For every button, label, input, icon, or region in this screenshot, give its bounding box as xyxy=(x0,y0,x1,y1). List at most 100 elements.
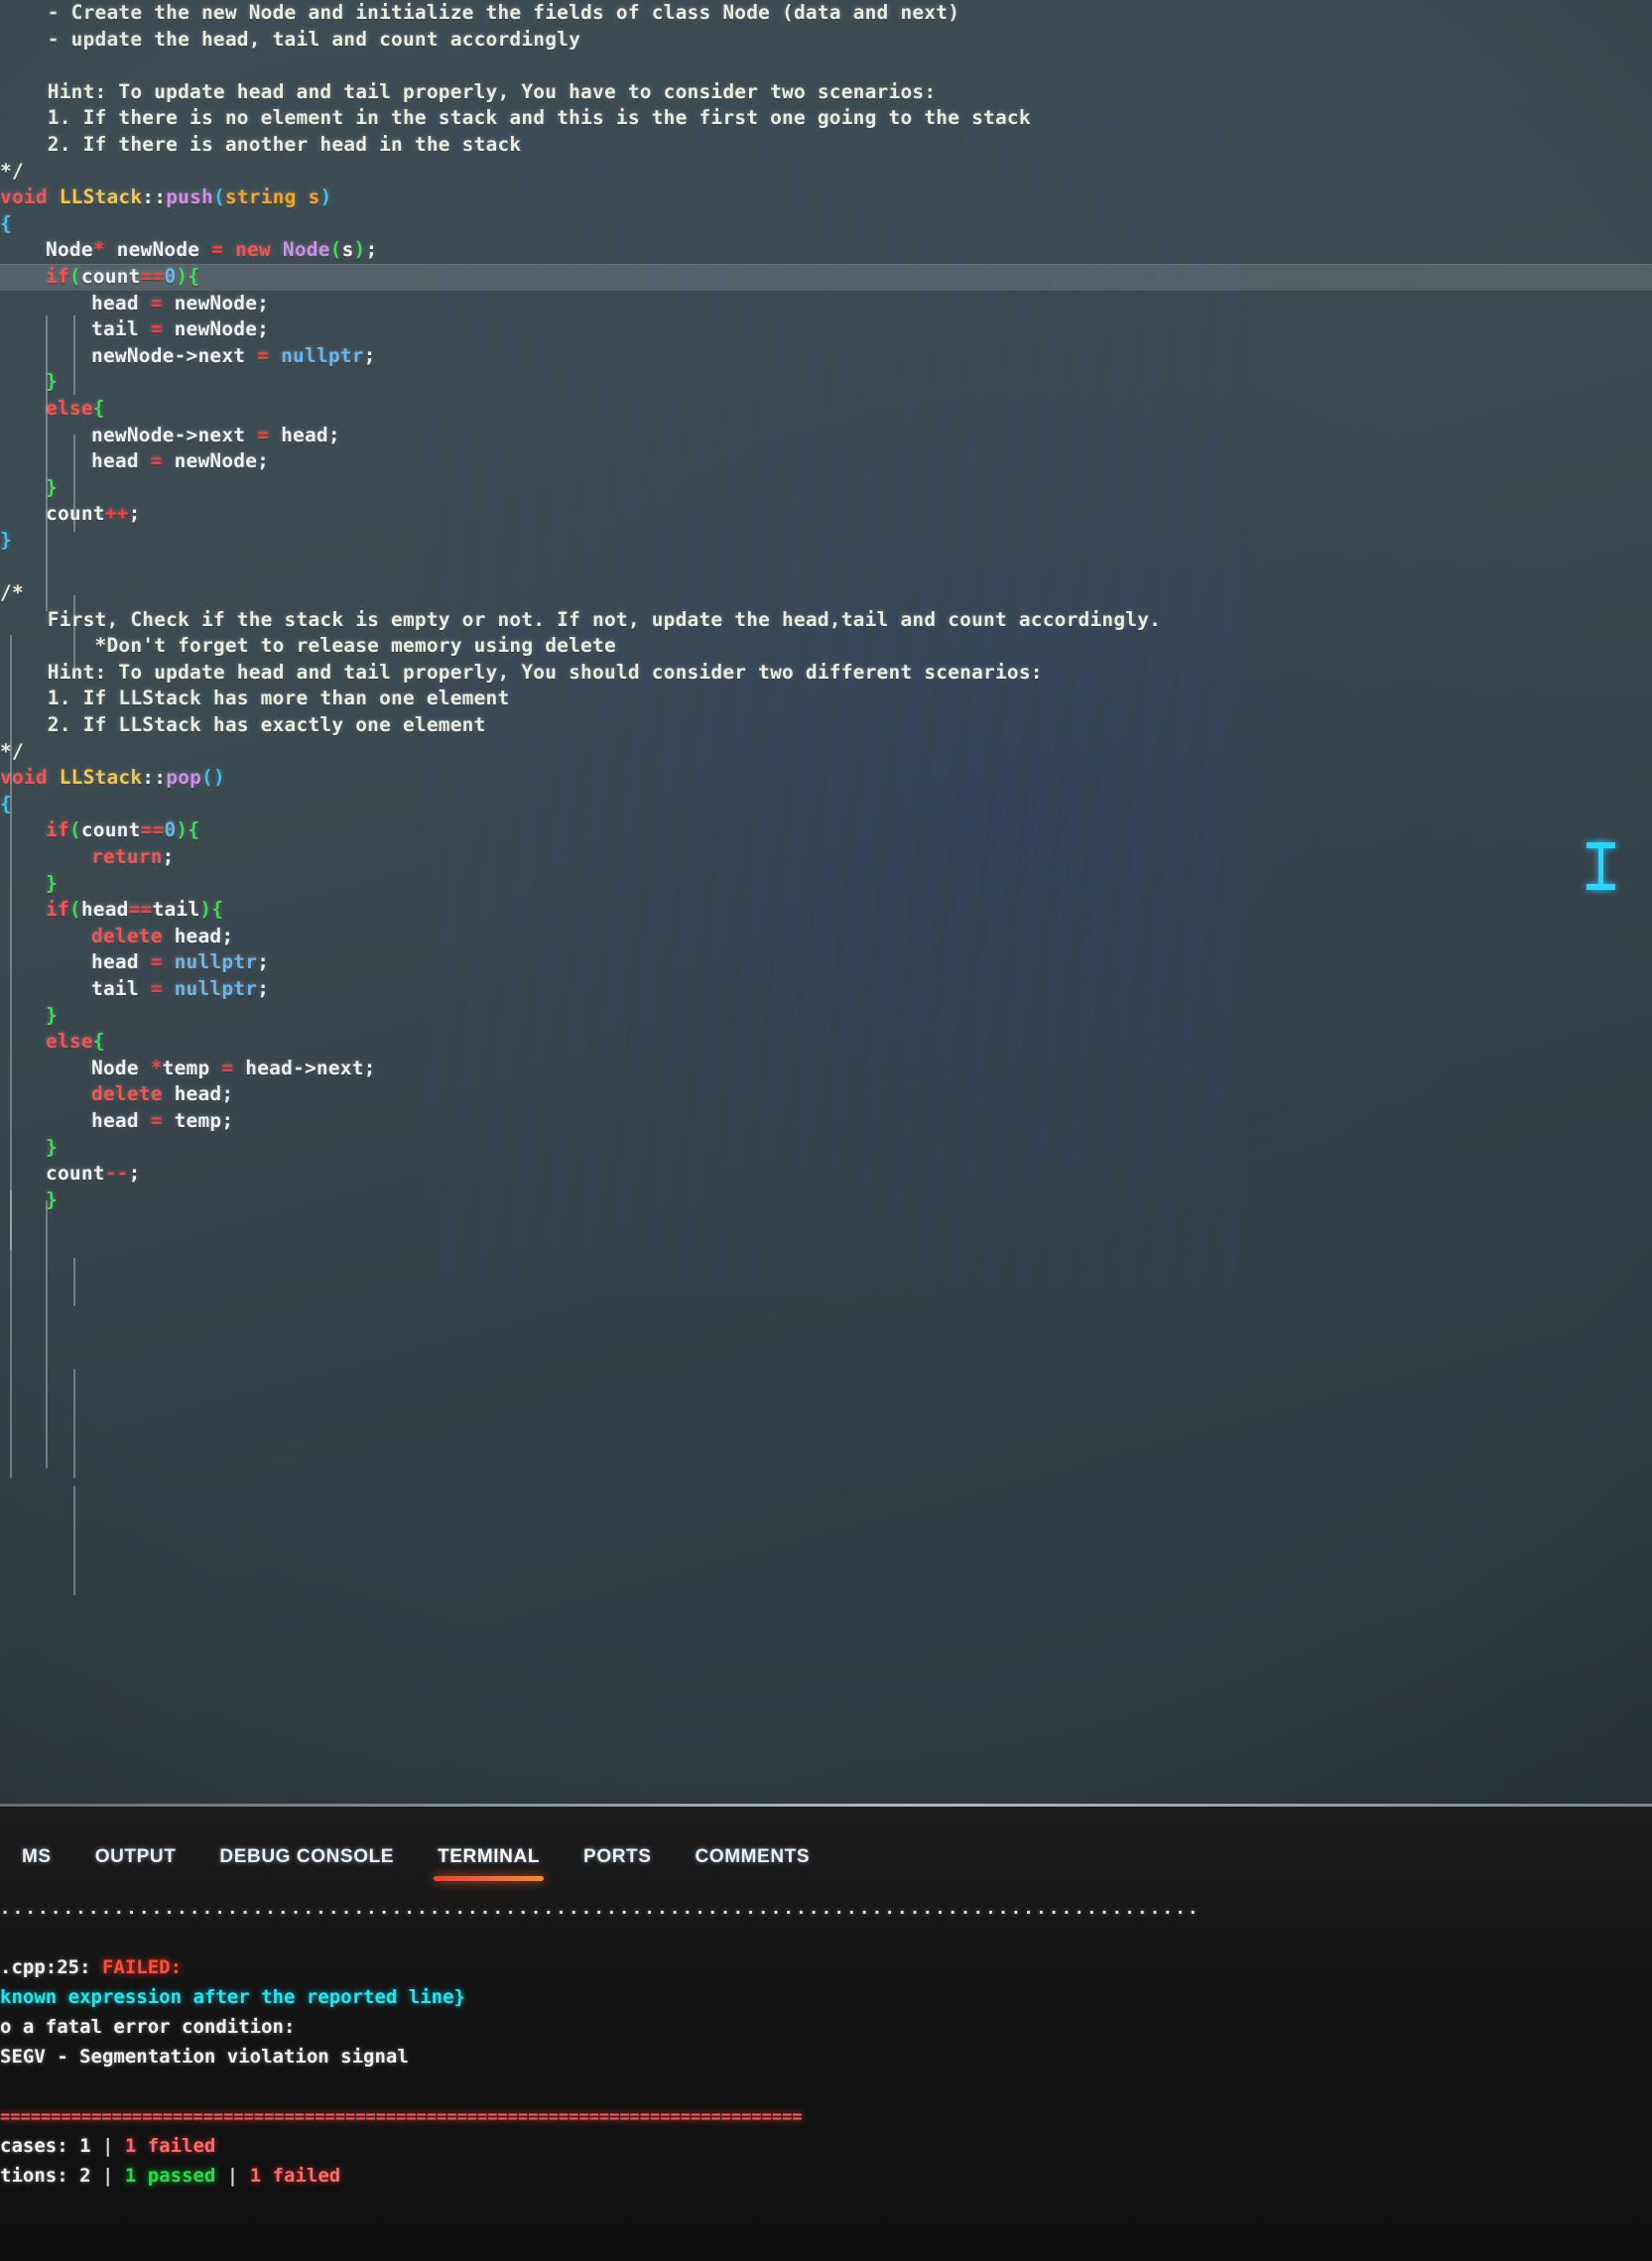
code-line[interactable]: head = newNode; xyxy=(0,291,1652,317)
panel-tab-terminal[interactable]: TERMINAL xyxy=(416,1846,562,1881)
code-line[interactable]: 2. If LLStack has exactly one element xyxy=(0,712,1652,739)
code-token: } xyxy=(0,528,12,552)
code-line[interactable] xyxy=(0,53,1652,79)
code-line[interactable]: delete head; xyxy=(0,924,1652,950)
panel-tab-debug-console[interactable]: DEBUG CONSOLE xyxy=(197,1846,416,1868)
code-line[interactable]: Node *temp = head->next; xyxy=(0,1056,1652,1082)
code-line[interactable]: if(head==tail){ xyxy=(0,897,1652,924)
code-line[interactable]: First, Check if the stack is empty or no… xyxy=(0,607,1652,634)
code-line[interactable]: delete head; xyxy=(0,1081,1652,1108)
code-line[interactable]: else{ xyxy=(0,396,1652,423)
code-line[interactable]: newNode->next = head; xyxy=(0,423,1652,449)
code-token: LLStack xyxy=(59,186,143,209)
code-token: nullptr xyxy=(281,343,364,367)
code-line[interactable]: 2. If there is another head in the stack xyxy=(0,132,1652,159)
code-token: newNode->next xyxy=(91,423,258,446)
terminal-line: known expression after the reported line… xyxy=(0,1982,1652,2012)
code-token: delete xyxy=(91,1082,163,1106)
code-line[interactable]: - update the head, tail and count accord… xyxy=(0,27,1652,54)
code-line[interactable]: { xyxy=(0,792,1652,818)
code-token: :: xyxy=(142,186,167,209)
code-token: 2. If there is another head in the stack xyxy=(0,132,522,156)
code-token: ( xyxy=(68,818,81,842)
code-line[interactable]: tail = nullptr; xyxy=(0,976,1652,1003)
code-token: head xyxy=(91,950,151,974)
code-token: ; xyxy=(363,343,376,367)
code-token: ; xyxy=(257,976,270,1000)
code-token: = xyxy=(150,317,163,341)
code-line[interactable]: return; xyxy=(0,844,1652,871)
code-token: temp xyxy=(162,1056,222,1079)
code-token: count xyxy=(80,264,141,288)
code-token: ) xyxy=(176,818,189,842)
code-token: ) xyxy=(212,766,225,790)
bottom-panel[interactable]: MS OUTPUT DEBUG CONSOLE TERMINAL PORTS COMMEN… xyxy=(0,1804,1652,2261)
code-line[interactable]: } xyxy=(0,1135,1652,1162)
code-token: if xyxy=(46,898,69,922)
panel-tab-output[interactable]: OUTPUT xyxy=(73,1846,198,1868)
code-token: head->next; xyxy=(233,1056,376,1079)
code-line[interactable]: head = newNode; xyxy=(0,448,1652,475)
code-line[interactable]: /* xyxy=(0,580,1652,607)
code-token: newNode; xyxy=(162,449,270,473)
code-line[interactable]: Hint: To update head and tail properly, … xyxy=(0,660,1652,687)
panel-tab-ms[interactable]: MS xyxy=(0,1846,73,1868)
code-line[interactable]: Node* newNode = new Node(s); xyxy=(0,237,1652,264)
indent-guide xyxy=(73,595,75,671)
code-token: ; xyxy=(162,845,175,868)
panel-tab-bar[interactable]: MS OUTPUT DEBUG CONSOLE TERMINAL PORTS COMMEN… xyxy=(0,1831,831,1883)
code-token: else xyxy=(46,396,93,420)
code-token: } xyxy=(46,871,58,895)
code-line[interactable]: } xyxy=(0,528,1652,555)
code-line[interactable]: *Don't forget to release memory using de… xyxy=(0,633,1652,660)
code-line[interactable]: { xyxy=(0,211,1652,238)
code-line[interactable]: */ xyxy=(0,159,1652,186)
code-token: = xyxy=(257,343,270,367)
code-token: -- xyxy=(104,1162,129,1186)
code-editor[interactable]: - Create the new Node and initialize the… xyxy=(0,0,1652,1806)
terminal-output[interactable]: ........................................… xyxy=(0,1893,1652,2191)
code-token: tail xyxy=(91,976,151,1000)
code-line[interactable]: */ xyxy=(0,739,1652,766)
code-token: ; xyxy=(128,1162,141,1186)
code-line[interactable]: } xyxy=(0,369,1652,396)
terminal-text: cases: 1 xyxy=(0,2135,102,2157)
code-line[interactable]: 1. If LLStack has more than one element xyxy=(0,686,1652,712)
code-line[interactable]: if(count==0){ xyxy=(0,263,1652,291)
terminal-text: ........................................… xyxy=(0,1899,1201,1919)
code-token: pop xyxy=(166,766,202,790)
panel-tab-label: DEBUG CONSOLE xyxy=(219,1846,395,1867)
terminal-text: FAILED: xyxy=(101,1956,183,1978)
code-line[interactable]: } xyxy=(0,1188,1652,1214)
terminal-text: SEGV - Segmentation violation signal xyxy=(0,2046,409,2068)
code-line[interactable]: if(count==0){ xyxy=(0,817,1652,844)
indent-guide xyxy=(73,1258,75,1306)
code-token: = xyxy=(150,291,163,314)
terminal-line: .cpp:25: FAILED: xyxy=(0,1952,1652,1982)
code-token: */ xyxy=(0,159,24,183)
code-line[interactable]: - Create the new Node and initialize the… xyxy=(0,0,1652,27)
code-line[interactable]: newNode->next = nullptr; xyxy=(0,343,1652,370)
code-token: nullptr xyxy=(174,950,258,974)
panel-tab-ports[interactable]: PORTS xyxy=(562,1846,673,1868)
code-line[interactable]: count--; xyxy=(0,1161,1652,1188)
code-line[interactable]: 1. If there is no element in the stack a… xyxy=(0,105,1652,132)
code-token: new xyxy=(235,238,271,262)
code-line[interactable] xyxy=(0,554,1652,580)
code-line[interactable]: tail = newNode; xyxy=(0,316,1652,343)
code-line[interactable]: count++; xyxy=(0,501,1652,528)
code-line[interactable]: head = temp; xyxy=(0,1108,1652,1135)
panel-tab-comments[interactable]: COMMENTS xyxy=(674,1846,832,1868)
code-line[interactable]: void LLStack::push(string s) xyxy=(0,185,1652,211)
code-line[interactable]: } xyxy=(0,475,1652,502)
code-line[interactable]: } xyxy=(0,1003,1652,1030)
code-line[interactable]: else{ xyxy=(0,1029,1652,1056)
code-line[interactable]: head = nullptr; xyxy=(0,949,1652,976)
code-lines[interactable]: - Create the new Node and initialize the… xyxy=(0,0,1652,1213)
code-line[interactable]: void LLStack::pop() xyxy=(0,765,1652,792)
panel-tab-label: OUTPUT xyxy=(94,1846,177,1867)
code-line[interactable]: } xyxy=(0,871,1652,898)
code-token: 1. If LLStack has more than one element xyxy=(0,687,510,710)
code-line[interactable]: Hint: To update head and tail properly, … xyxy=(0,79,1652,106)
code-token: Node xyxy=(46,238,93,262)
